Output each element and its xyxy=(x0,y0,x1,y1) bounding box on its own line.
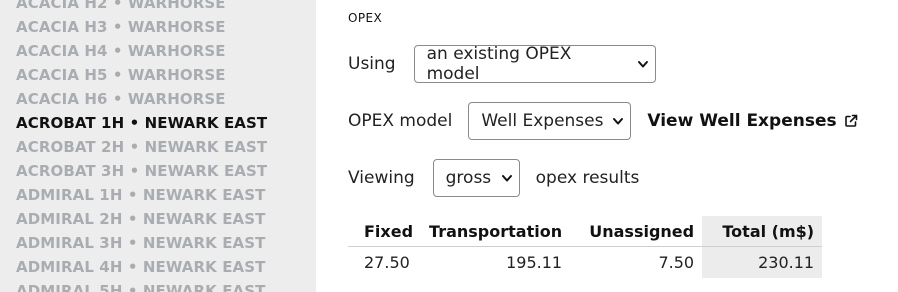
cell-transportation: 195.11 xyxy=(506,253,563,272)
chevron-down-icon xyxy=(613,118,624,125)
well-list-item[interactable]: ACACIA H3 • WARHORSE xyxy=(16,15,267,39)
cell-unassigned: 7.50 xyxy=(658,253,695,272)
external-link-icon xyxy=(844,114,857,127)
well-list-item[interactable]: ACROBAT 3H • NEWARK EAST xyxy=(16,159,267,183)
well-list-item[interactable]: ACROBAT 1H • NEWARK EAST xyxy=(16,111,267,135)
view-link-label: View Well Expenses xyxy=(647,111,837,131)
well-list-item[interactable]: ADMIRAL 1H • NEWARK EAST xyxy=(16,183,267,207)
chevron-down-icon xyxy=(637,61,648,68)
table-row: 27.50 195.11 7.50 230.11 xyxy=(348,246,823,278)
opex-panel: OPEX Using an existing OPEX model OPEX m… xyxy=(348,0,898,292)
using-row: Using an existing OPEX model xyxy=(348,44,656,84)
well-sidebar: ACACIA H2 • WARHORSE ACACIA H3 • WARHORSE… xyxy=(0,0,316,292)
table-header-row: Fixed Transportation Unassigned Total (m… xyxy=(348,216,823,247)
cell-fixed: 27.50 xyxy=(364,253,410,272)
column-header-total: Total (m$) xyxy=(702,216,823,247)
viewing-row: Viewing gross opex results xyxy=(348,159,639,197)
well-list-item[interactable]: ACACIA H5 • WARHORSE xyxy=(16,63,267,87)
opex-results-table: Fixed Transportation Unassigned Total (m… xyxy=(348,216,823,278)
viewing-label: Viewing xyxy=(348,168,415,188)
column-header-fixed: Fixed xyxy=(348,216,422,247)
opex-source-value: an existing OPEX model xyxy=(426,44,572,84)
well-list-item[interactable]: ACACIA H4 • WARHORSE xyxy=(16,39,267,63)
column-header-transportation: Transportation xyxy=(421,216,571,247)
cell-total: 230.11 xyxy=(702,246,823,278)
opex-source-select[interactable]: an existing OPEX model xyxy=(413,44,656,84)
well-list-item[interactable]: ADMIRAL 5H • NEWARK EAST xyxy=(16,279,267,292)
model-label: OPEX model xyxy=(348,111,453,131)
view-well-expenses-link[interactable]: View Well Expenses xyxy=(647,111,858,131)
opex-model-value: Well Expenses xyxy=(481,111,604,131)
well-list-item[interactable]: ADMIRAL 3H • NEWARK EAST xyxy=(16,231,267,255)
well-list-item[interactable]: ADMIRAL 4H • NEWARK EAST xyxy=(16,255,267,279)
viewing-select[interactable]: gross xyxy=(432,159,520,197)
column-header-unassigned: Unassigned xyxy=(570,216,703,247)
model-row: OPEX model Well Expenses View Well Expen… xyxy=(348,102,859,140)
well-list-item[interactable]: ACACIA H6 • WARHORSE xyxy=(16,87,267,111)
viewing-value: gross xyxy=(445,168,492,188)
viewing-suffix: opex results xyxy=(535,168,640,188)
section-label: OPEX xyxy=(348,11,383,25)
well-list-item[interactable]: ADMIRAL 2H • NEWARK EAST xyxy=(16,207,267,231)
opex-model-select[interactable]: Well Expenses xyxy=(468,102,632,140)
chevron-down-icon xyxy=(501,175,512,182)
well-list: ACACIA H2 • WARHORSE ACACIA H3 • WARHORSE… xyxy=(16,0,267,292)
using-label: Using xyxy=(348,54,396,74)
well-list-item[interactable]: ACACIA H2 • WARHORSE xyxy=(16,0,267,15)
well-list-item[interactable]: ACROBAT 2H • NEWARK EAST xyxy=(16,135,267,159)
